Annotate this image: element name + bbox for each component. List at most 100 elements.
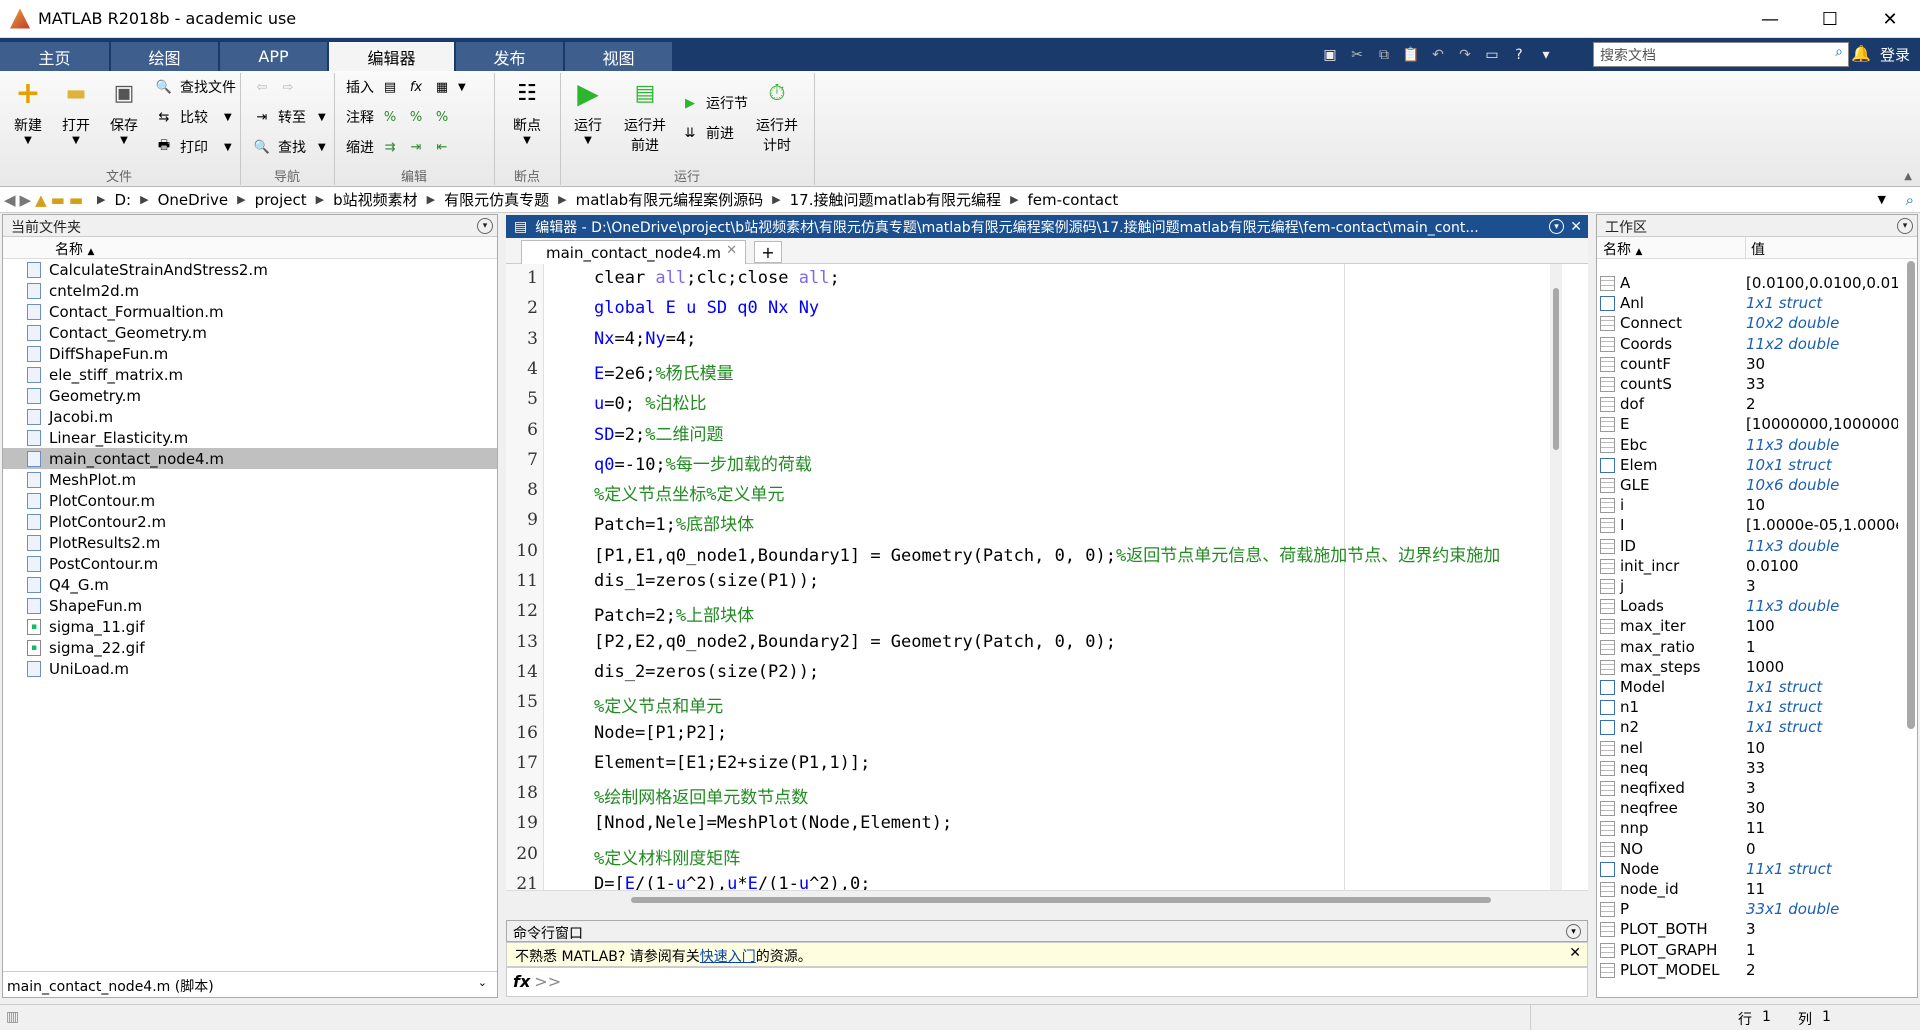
workspace-variable-row[interactable]: PLOT_BOTH 3 [1598,920,1906,940]
breadcrumb-fem-contact[interactable]: fem-contact [1028,191,1119,209]
editor-vertical-scrollbar[interactable] [1550,264,1562,890]
file-list-item[interactable]: Linear_Elasticity.m [3,427,497,448]
fx-icon[interactable]: fx [513,972,530,991]
notification-icon[interactable]: 🔔 [1851,44,1871,63]
save-button[interactable]: ▣ 保存 ▼ [104,77,144,147]
workspace-variable-row[interactable]: nnp 11 [1598,819,1906,839]
details-bar[interactable]: main_contact_node4.m (脚本) ⌄ [3,971,497,997]
file-list-item[interactable]: Contact_Geometry.m [3,322,497,343]
code-line[interactable]: dis_1=zeros(size(P1)); [594,571,819,591]
file-list-item[interactable]: Contact_Formualtion.m [3,301,497,322]
find-files-button[interactable]: 🔍 查找文件 [154,77,236,97]
forward-icon[interactable]: ▶ [20,191,32,209]
file-list-item[interactable]: Geometry.m [3,385,497,406]
cut-icon[interactable]: ✂ [1345,44,1369,66]
workspace-variable-row[interactable]: Model 1x1 struct [1598,678,1906,698]
up-folder-icon[interactable]: ▲ [35,191,47,209]
workspace-variable-row[interactable]: max_ratio 1 [1598,638,1906,658]
file-list-item[interactable]: ele_stiff_matrix.m [3,364,497,385]
switch-windows-icon[interactable]: ▭ [1480,44,1504,66]
tab-editor[interactable]: 编辑器 [329,42,455,71]
editor-horizontal-scrollbar[interactable] [506,890,1588,908]
run-and-time-button[interactable]: ⏱ 运行并 计时 [750,77,804,155]
code-line[interactable]: clear all;clc;close all; [594,268,840,288]
workspace-variable-row[interactable]: Elem 10x1 struct [1598,456,1906,476]
breadcrumb-onedrive[interactable]: OneDrive [158,191,229,209]
breadcrumb-contact[interactable]: 17.接触问题matlab有限元编程 [790,189,1001,210]
search-documentation-input[interactable]: 搜索文档 ⌕ [1593,42,1849,67]
workspace-variable-row[interactable]: i 10 [1598,496,1906,516]
breadcrumb-fem[interactable]: 有限元仿真专题 [444,189,549,210]
code-line[interactable]: global E u SD q0 Nx Ny [594,298,819,318]
code-line[interactable]: q0=-10;%每一步加载的荷载 [594,450,812,475]
save-icon[interactable]: ▣ [1318,44,1342,66]
insert-button[interactable]: 插入 ▤ fx ▦ ▼ [346,77,466,97]
command-window-actions-icon[interactable]: ▾ [1566,924,1581,939]
print-button[interactable]: 🖶 打印 ▼ [154,137,232,157]
code-line[interactable]: [P2,E2,q0_node2,Boundary2] = Geometry(Pa… [594,632,1116,652]
file-list-item[interactable]: Q4_G.m [3,574,497,595]
file-list-item[interactable]: ▪ sigma_11.gif [3,616,497,637]
file-list-item[interactable]: Jacobi.m [3,406,497,427]
command-prompt[interactable]: fx >> [506,967,1588,997]
login-link[interactable]: 登录 [1880,44,1910,65]
workspace-variable-row[interactable]: n1 1x1 struct [1598,698,1906,718]
maximize-button[interactable]: ☐ [1800,0,1860,38]
workspace-variable-row[interactable]: Coords 11x2 double [1598,335,1906,355]
file-list-item[interactable]: CalculateStrainAndStress2.m [3,259,497,280]
tab-view[interactable]: 视图 [565,42,673,71]
breadcrumb-video[interactable]: b站视频素材 [333,189,418,210]
file-list-item[interactable]: PlotContour2.m [3,511,497,532]
run-and-advance-button[interactable]: ▤ 运行并 前进 [618,77,672,155]
workspace-variable-row[interactable]: I [1.0000e-05,1.0000e [1598,516,1906,536]
editor-tab-main[interactable]: main_contact_node4.m ✕ [521,240,746,264]
back-forward-buttons[interactable]: ⇦ ⇨ [252,77,298,97]
code-line[interactable]: u=0; %泊松比 [594,389,706,414]
open-button[interactable]: ▬ 打开 ▼ [56,77,96,147]
tab-apps[interactable]: APP [220,42,328,71]
file-list-item[interactable]: DiffShapeFun.m [3,343,497,364]
paste-icon[interactable]: 📋 [1399,44,1423,66]
breadcrumb-project[interactable]: project [255,191,307,209]
tab-plots[interactable]: 绘图 [111,42,219,71]
tab-home[interactable]: 主页 [0,42,110,71]
workspace-name-column[interactable]: 名称 ▲ [1603,239,1642,259]
workspace-variable-row[interactable]: A [0.0100,0.0100,0.010 [1598,274,1906,294]
workspace-variable-row[interactable]: neq 33 [1598,759,1906,779]
file-list-item[interactable]: UniLoad.m [3,658,497,679]
code-line[interactable]: %绘制网格返回单元数节点数 [594,783,808,808]
workspace-variable-row[interactable]: ID 11x3 double [1598,537,1906,557]
new-tab-button[interactable]: + [754,241,782,263]
copy-icon[interactable]: ⧉ [1372,44,1396,66]
back-icon[interactable]: ◀ [4,191,16,209]
workspace-actions-icon[interactable]: ▾ [1897,218,1913,234]
workspace-variable-row[interactable]: PLOT_GRAPH 1 [1598,941,1906,961]
workspace-variable-row[interactable]: E [10000000,10000000 [1598,415,1906,435]
hint-close-icon[interactable]: ✕ [1569,945,1581,961]
close-button[interactable]: ✕ [1860,0,1920,38]
code-line[interactable]: %定义节点坐标%定义单元 [594,480,784,505]
code-line[interactable]: [P1,E1,q0_node1,Boundary1] = Geometry(Pa… [594,541,1500,566]
editor-close-icon[interactable]: ✕ [1570,219,1582,235]
editor-actions-icon[interactable]: ▾ [1549,219,1564,234]
breadcrumb-d[interactable]: D: [114,191,131,209]
file-list-item[interactable]: PlotResults2.m [3,532,497,553]
workspace-variable-row[interactable]: max_iter 100 [1598,617,1906,637]
close-tab-icon[interactable]: ✕ [726,243,737,258]
workspace-variable-row[interactable]: n2 1x1 struct [1598,718,1906,738]
help-icon[interactable]: ? [1507,44,1531,66]
workspace-variable-row[interactable]: P 33x1 double [1598,900,1906,920]
tab-publish[interactable]: 发布 [456,42,564,71]
run-button[interactable]: ▶ 运行 ▼ [568,77,608,147]
code-line[interactable]: Nx=4;Ny=4; [594,329,696,349]
file-list-item[interactable]: ShapeFun.m [3,595,497,616]
details-expand-icon[interactable]: ⌄ [478,976,487,989]
workspace-variable-row[interactable]: Node 11x1 struct [1598,860,1906,880]
file-list-item[interactable]: cntelm2d.m [3,280,497,301]
getting-started-link[interactable]: 快速入门 [700,949,756,965]
workspace-scrollbar[interactable] [1907,261,1915,729]
workspace-variable-row[interactable]: Connect 10x2 double [1598,314,1906,334]
code-line[interactable]: Patch=2;%上部块体 [594,601,754,626]
name-column-header[interactable]: 名称 ▲ [3,237,497,259]
workspace-variable-row[interactable]: max_steps 1000 [1598,658,1906,678]
